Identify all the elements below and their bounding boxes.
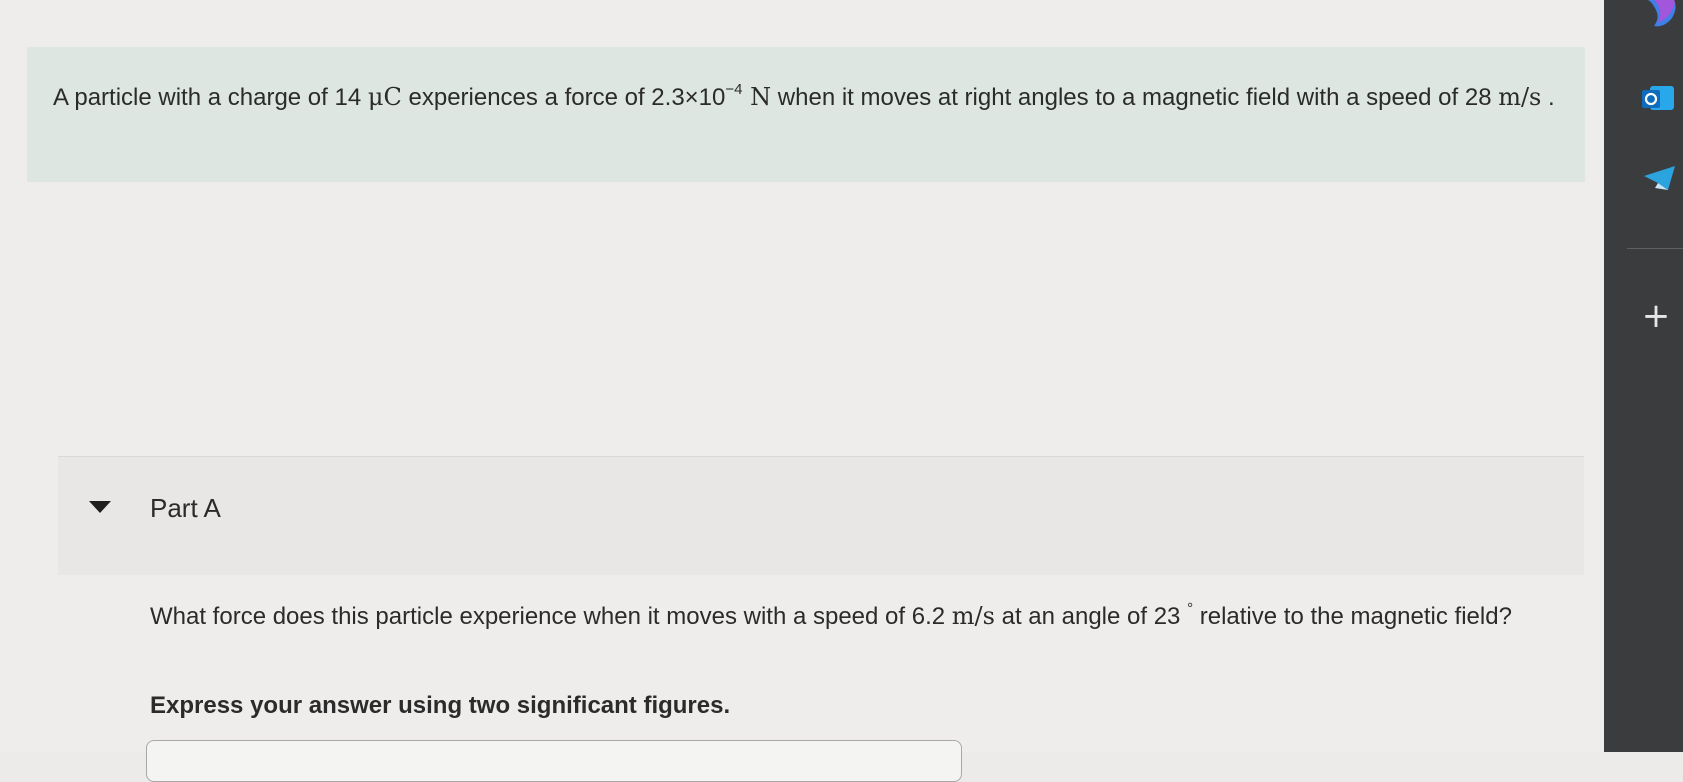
copilot-icon[interactable]: [1644, 0, 1680, 35]
part-a-header[interactable]: Part A: [58, 456, 1584, 575]
problem-statement: A particle with a charge of 14 μC experi…: [27, 47, 1585, 182]
part-title: Part A: [150, 493, 221, 523]
collapse-triangle-icon[interactable]: [88, 499, 112, 515]
answer-instruction: Express your answer using two significan…: [150, 692, 731, 719]
question-speed-unit: m/s: [951, 602, 995, 630]
answer-input-box[interactable]: [146, 740, 962, 782]
question-text-1: What force does this particle experience…: [150, 603, 952, 630]
force-unit: N: [742, 83, 772, 111]
problem-text-2: experiences a force of 2.3×10: [401, 84, 726, 111]
telegram-icon[interactable]: [1644, 166, 1676, 197]
charge-unit: μC: [367, 83, 402, 111]
problem-text-4: .: [1541, 84, 1555, 111]
problem-text-3: when it moves at right angles to a magne…: [771, 84, 1499, 111]
question-text: What force does this particle experience…: [150, 599, 1530, 634]
question-text-2: at an angle of 23: [994, 603, 1188, 630]
webpage-content: A particle with a charge of 14 μC experi…: [0, 0, 1604, 782]
taskbar-divider: [1627, 248, 1683, 249]
outlook-icon[interactable]: [1642, 84, 1676, 119]
force-exponent: −4: [725, 81, 743, 98]
add-button[interactable]: +: [1640, 299, 1672, 333]
problem-text-1: A particle with a charge of 14: [53, 84, 368, 111]
speed-unit: m/s: [1498, 83, 1542, 111]
question-text-3: relative to the magnetic field?: [1193, 603, 1512, 630]
degree-symbol: °: [1187, 600, 1194, 617]
